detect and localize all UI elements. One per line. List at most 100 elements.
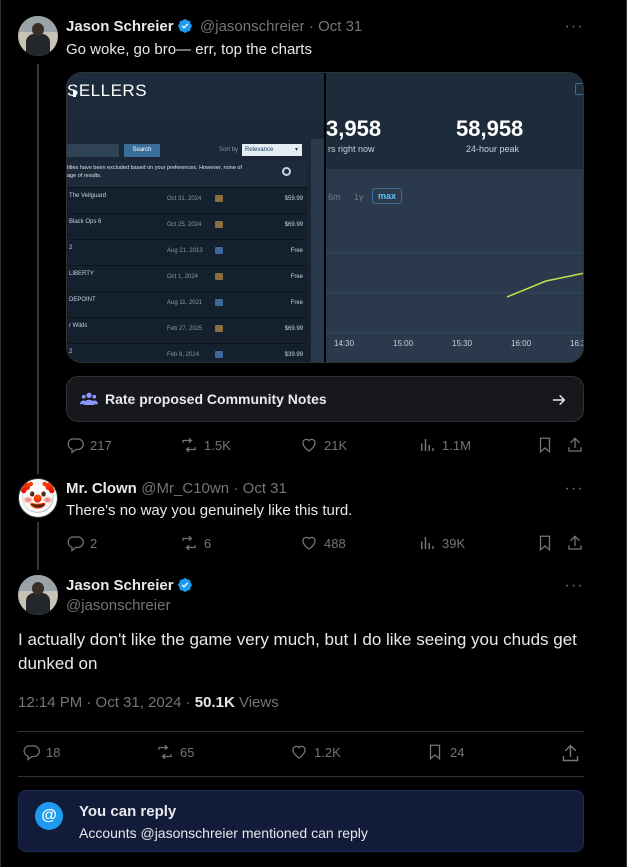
reply-restriction-title: You can reply [79,803,177,820]
platform-icon [215,351,223,358]
community-notes-banner[interactable]: Rate proposed Community Notes [66,376,584,422]
avatar[interactable] [18,16,58,56]
heart-icon [302,438,316,452]
share-icon[interactable] [560,743,581,764]
repost-icon [182,437,196,453]
search-button: Search [124,144,160,157]
repost-button[interactable]: 6 [180,534,211,552]
platform-icon [215,221,223,228]
at-sign-icon: @ [35,802,63,830]
notice-text: titles have been excluded based on your … [67,165,242,179]
repost-icon [182,535,196,551]
steam-row-price: $69.99 [284,326,303,332]
thread-line [37,522,39,570]
avatar[interactable] [18,575,58,615]
thread-line [37,64,39,474]
heart-icon [302,536,316,550]
bookmark-icon[interactable] [536,534,554,552]
timestamp[interactable]: 12:14 PM · Oct 31, 2024 · [18,694,191,711]
stat-peak-value: 58,958 [456,116,524,141]
range-1y: 1y [354,192,364,202]
steam-row-price: $39.99 [284,352,303,358]
steam-row: DEPOINT Aug 11, 2021 Free [67,291,307,316]
steam-top-sellers-image: SELLERS Search Sort by Relevance ▾ titles… [67,73,324,362]
like-button[interactable]: 488 [300,534,346,552]
platform-icon [215,273,223,280]
reply-button[interactable]: 217 [66,436,112,454]
reply-button[interactable]: 18 [22,743,60,761]
sort-dropdown: Relevance ▾ [242,144,302,156]
steam-row-title: DEPOINT [69,297,96,303]
platform-icon [215,325,223,332]
settings-gear-icon [282,167,291,176]
tweet-text: There's no way you genuinely like this t… [66,502,353,519]
people-icon [80,392,98,405]
tweet-text: Go woke, go bro— err, top the charts [66,41,312,58]
tweet-date[interactable]: · Oct 31 [234,480,287,497]
author-name[interactable]: Jason Schreier [66,577,174,594]
share-icon[interactable] [566,436,584,454]
steam-row-price: $59.99 [284,196,303,202]
steam-row-date: Aug 21, 2013 [167,248,203,254]
bookmark-button[interactable]: 24 [426,743,464,761]
stat-current-value: 3,958 [326,116,382,141]
reply-icon [23,745,40,761]
heart-icon [292,745,306,759]
x-tick-label: 16:30 [570,339,583,348]
steam-row-date: Feb 27, 2025 [167,326,203,332]
more-options-icon[interactable]: ··· [564,19,584,40]
repost-button[interactable]: 1.5K [180,436,231,454]
steam-row: Black Ops 6 Oct 25, 2024 $69.99 [67,213,307,238]
steam-row: The Veilguard Oct 31, 2024 $59.99 [67,187,307,212]
like-button[interactable]: 1.2K [290,743,341,761]
more-options-icon[interactable]: ··· [564,481,584,502]
x-tick-label: 16:00 [511,339,532,348]
steam-row: 2 Feb 8, 2024 $39.99 [67,343,307,362]
avatar[interactable]: 🤡 [18,478,58,518]
stat-current-label: rs right now [328,144,375,154]
platform-icon [215,247,223,254]
steam-row-title: The Veilguard [69,193,107,199]
steam-row-title: Black Ops 6 [69,219,102,225]
reply-restriction-banner: @ You can reply Accounts @jasonschreier … [18,790,584,852]
x-tick-label: 15:30 [452,339,473,348]
reply-icon [67,536,84,552]
more-options-icon[interactable]: ··· [564,578,584,599]
reply-button[interactable]: 2 [66,534,97,552]
views-button[interactable]: 1.1M [418,436,471,454]
author-name[interactable]: Jason Schreier [66,18,174,35]
bookmark-icon[interactable] [536,436,554,454]
tweet-meta: 12:14 PM · Oct 31, 2024 · 50.1K Views [18,694,279,711]
steam-row-date: Oct 1, 2024 [167,274,199,280]
views-icon [421,439,434,451]
tweet-media[interactable]: SELLERS Search Sort by Relevance ▾ titles… [66,72,584,363]
steam-row-date: Aug 11, 2021 [167,300,203,306]
verified-badge-icon [177,578,192,592]
steam-row-price: $69.99 [284,222,303,228]
main-tweet-text: I actually don't like the game very much… [18,630,577,673]
verified-badge-icon [177,19,192,33]
arrow-right-icon [553,394,566,406]
platform-icon [215,299,223,306]
community-notes-label: Rate proposed Community Notes [105,391,327,407]
range-max: max [372,188,403,204]
author-name[interactable]: Mr. Clown [66,480,137,497]
steam-row-title: 2 [69,349,73,355]
reply-restriction-subtitle: Accounts @jasonschreier mentioned can re… [79,825,368,841]
repost-button[interactable]: 65 [156,743,194,761]
steam-row-date: Oct 31, 2024 [167,196,202,202]
repost-icon [158,744,172,760]
tweet-date[interactable]: · Oct 31 [309,18,362,35]
like-button[interactable]: 21K [300,436,347,454]
author-handle[interactable]: @jasonschreier [200,18,304,35]
steam-row: LIBERTY Oct 1, 2024 Free [67,265,307,290]
author-handle[interactable]: @jasonschreier [66,597,170,614]
steam-row-price: Free [290,274,303,280]
steam-row-title: LIBERTY [69,271,94,277]
steam-row-date: Feb 8, 2024 [167,352,200,358]
share-icon[interactable] [566,534,584,552]
author-handle[interactable]: @Mr_C10wn [141,480,229,497]
views-button[interactable]: 39K [418,534,465,552]
steam-row-price: Free [290,248,303,254]
stat-peak-label: 24-hour peak [466,144,520,154]
